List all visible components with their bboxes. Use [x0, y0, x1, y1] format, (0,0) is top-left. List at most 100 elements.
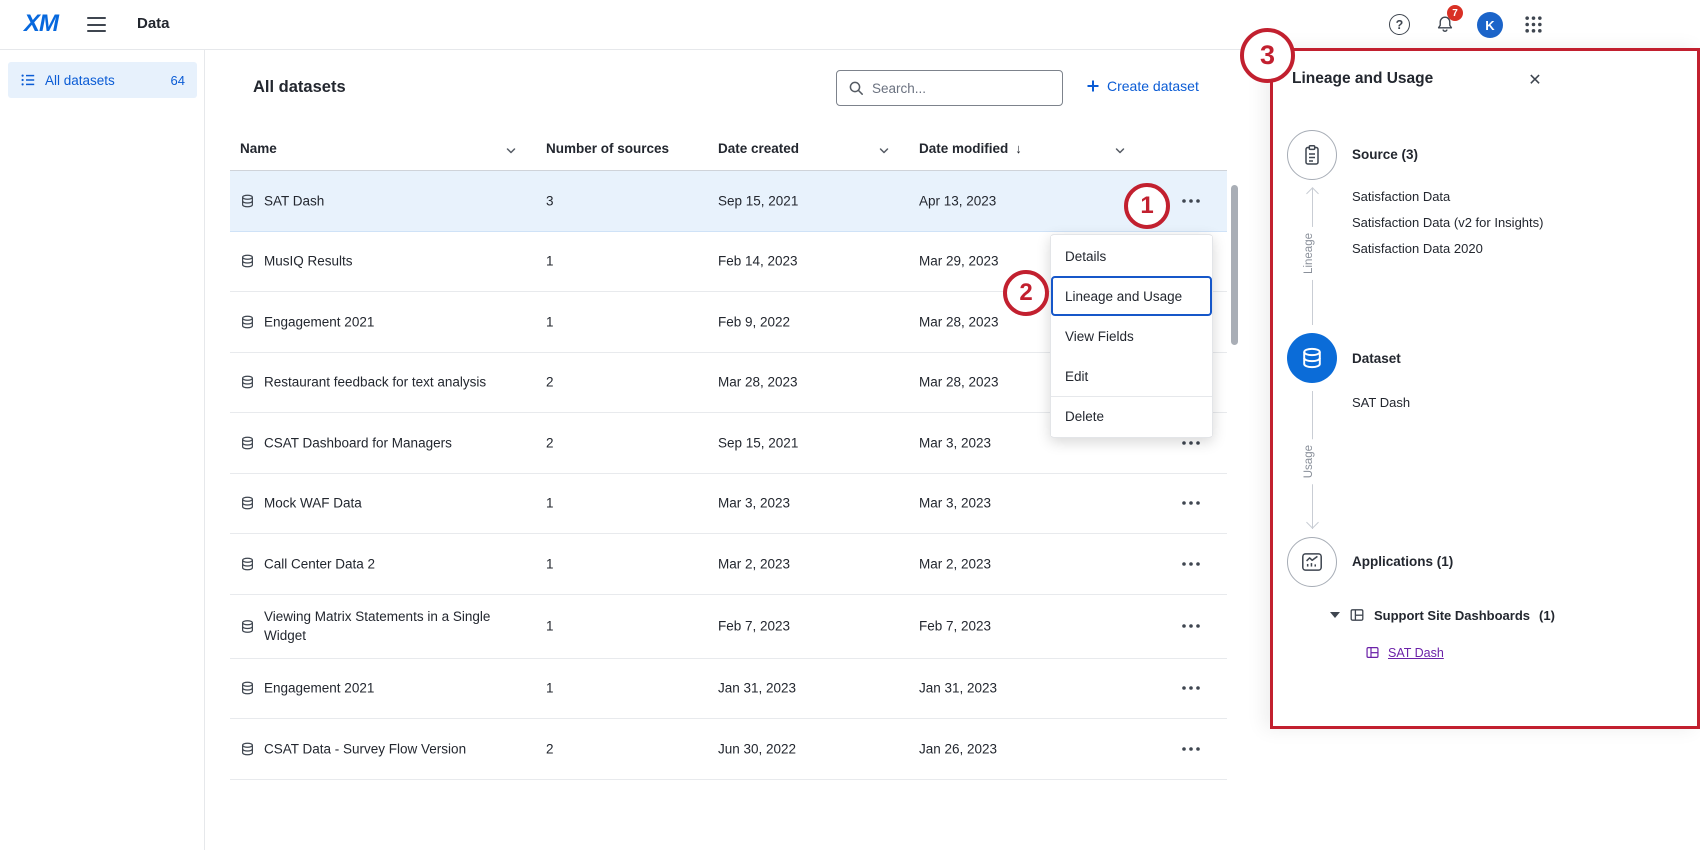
- search-icon: [848, 80, 864, 96]
- source-node: [1287, 130, 1337, 180]
- search-input[interactable]: [870, 71, 1058, 105]
- row-actions-button[interactable]: [1176, 737, 1206, 761]
- table-row[interactable]: SAT Dash 3 Sep 15, 2021 Apr 13, 2023: [230, 171, 1227, 232]
- more-dots-icon: [1181, 440, 1201, 446]
- column-header-sources[interactable]: Number of sources: [546, 141, 669, 156]
- row-actions-button[interactable]: [1176, 676, 1206, 700]
- sources-count: 1: [546, 496, 554, 511]
- date-created: Mar 2, 2023: [718, 556, 790, 571]
- clipboard-icon: [1300, 143, 1324, 167]
- vertical-scrollbar[interactable]: [1231, 185, 1238, 345]
- date-created: Feb 14, 2023: [718, 254, 798, 269]
- column-header-date-modified[interactable]: Date modified ↓: [919, 141, 1022, 156]
- usage-label: Usage: [1303, 439, 1315, 484]
- applications-node: [1287, 537, 1337, 587]
- column-label: Number of sources: [546, 141, 669, 156]
- create-dataset-button[interactable]: Create dataset: [1086, 78, 1199, 94]
- close-icon[interactable]: ✕: [1523, 68, 1547, 92]
- more-dots-icon: [1181, 198, 1201, 204]
- more-dots-icon: [1181, 685, 1201, 691]
- column-header-date-created[interactable]: Date created: [718, 141, 799, 156]
- dataset-icon: [240, 496, 255, 511]
- menu-item-delete[interactable]: Delete: [1051, 396, 1212, 436]
- chart-icon: [1299, 549, 1325, 575]
- more-dots-icon: [1181, 746, 1201, 752]
- date-created: Jun 30, 2022: [718, 741, 796, 756]
- notification-badge: 7: [1447, 5, 1463, 21]
- table-row[interactable]: Viewing Matrix Statements in a Single Wi…: [230, 595, 1227, 659]
- lineage-usage-panel: Lineage and Usage ✕ Source (3) Satisfact…: [1270, 48, 1700, 729]
- chevron-down-icon[interactable]: [1330, 612, 1340, 618]
- source-heading: Source (3): [1352, 147, 1418, 162]
- dataset-icon: [240, 314, 255, 329]
- row-actions-button[interactable]: [1176, 614, 1206, 638]
- date-modified: Mar 3, 2023: [919, 496, 991, 511]
- dataset-name: SAT Dash: [1352, 395, 1410, 410]
- more-dots-icon: [1181, 561, 1201, 567]
- dashboard-icon: [1349, 607, 1365, 623]
- dataset-icon: [240, 556, 255, 571]
- dataset-name: CSAT Data - Survey Flow Version: [264, 739, 466, 758]
- dataset-name: Restaurant feedback for text analysis: [264, 373, 486, 392]
- row-context-menu: Details Lineage and Usage View Fields Ed…: [1050, 234, 1213, 438]
- date-created: Sep 15, 2021: [718, 435, 798, 450]
- menu-item-details[interactable]: Details: [1051, 236, 1212, 276]
- menu-item-lineage-and-usage[interactable]: Lineage and Usage: [1051, 276, 1212, 316]
- menu-item-edit[interactable]: Edit: [1051, 356, 1212, 396]
- dataset-name: Engagement 2021: [264, 312, 374, 331]
- date-modified: Jan 31, 2023: [919, 681, 997, 696]
- date-modified: Mar 28, 2023: [919, 375, 999, 390]
- sidebar-item-label: All datasets: [45, 73, 115, 88]
- menu-item-view-fields[interactable]: View Fields: [1051, 316, 1212, 356]
- row-actions-button[interactable]: [1176, 189, 1206, 213]
- dataset-icon: [1300, 346, 1324, 370]
- page-title: All datasets: [253, 78, 346, 97]
- page: XM Data ? 7 K All datasets 64 All datase…: [0, 0, 1700, 850]
- sidebar-item-all-datasets[interactable]: All datasets 64: [8, 62, 197, 98]
- create-dataset-label: Create dataset: [1107, 78, 1199, 94]
- dataset-name: MusIQ Results: [264, 252, 353, 271]
- app-title: Data: [137, 15, 170, 32]
- date-created: Jan 31, 2023: [718, 681, 796, 696]
- chevron-down-icon[interactable]: [1114, 145, 1126, 157]
- chevron-down-icon[interactable]: [878, 145, 890, 157]
- xm-logo[interactable]: XM: [24, 10, 58, 38]
- source-item: Satisfaction Data: [1352, 184, 1543, 210]
- application-group-label: Support Site Dashboards: [1374, 608, 1530, 623]
- date-created: Feb 7, 2023: [718, 619, 790, 634]
- panel-title: Lineage and Usage: [1292, 70, 1433, 88]
- dataset-name: Viewing Matrix Statements in a Single Wi…: [264, 607, 512, 645]
- row-actions-button[interactable]: [1176, 552, 1206, 576]
- table-row[interactable]: CSAT Data - Survey Flow Version 2 Jun 30…: [230, 719, 1227, 780]
- sources-count: 1: [546, 254, 554, 269]
- date-modified: Mar 29, 2023: [919, 254, 999, 269]
- dataset-name: Mock WAF Data: [264, 494, 362, 513]
- table-row[interactable]: Call Center Data 2 1 Mar 2, 2023 Mar 2, …: [230, 534, 1227, 595]
- column-header-name[interactable]: Name: [240, 141, 277, 156]
- chevron-down-icon[interactable]: [505, 145, 517, 157]
- dataset-name: CSAT Dashboard for Managers: [264, 433, 452, 452]
- plus-icon: [1086, 79, 1100, 93]
- table-row[interactable]: Engagement 2021 1 Jan 31, 2023 Jan 31, 2…: [230, 659, 1227, 720]
- date-created: Sep 15, 2021: [718, 193, 798, 208]
- date-modified: Mar 2, 2023: [919, 556, 991, 571]
- help-icon[interactable]: ?: [1389, 14, 1410, 35]
- source-item: Satisfaction Data (v2 for Insights): [1352, 210, 1543, 236]
- table-row[interactable]: Mock WAF Data 1 Mar 3, 2023 Mar 3, 2023: [230, 474, 1227, 535]
- sources-count: 2: [546, 741, 554, 756]
- user-avatar[interactable]: K: [1477, 12, 1503, 38]
- column-label: Name: [240, 141, 277, 156]
- row-actions-button[interactable]: [1176, 491, 1206, 515]
- date-modified: Jan 26, 2023: [919, 741, 997, 756]
- dashboard-icon: [1365, 645, 1380, 660]
- sidebar-item-count: 64: [171, 73, 185, 88]
- lineage-label: Lineage: [1303, 227, 1315, 280]
- date-modified: Feb 7, 2023: [919, 619, 991, 634]
- date-created: Feb 9, 2022: [718, 314, 790, 329]
- application-link[interactable]: SAT Dash: [1388, 646, 1444, 660]
- application-group-row[interactable]: Support Site Dashboards (1): [1330, 607, 1555, 623]
- hamburger-menu-icon[interactable]: [87, 17, 107, 33]
- apps-grid-icon[interactable]: [1524, 15, 1543, 34]
- top-bar: XM Data ? 7 K: [0, 0, 1700, 50]
- dataset-icon: [240, 193, 255, 208]
